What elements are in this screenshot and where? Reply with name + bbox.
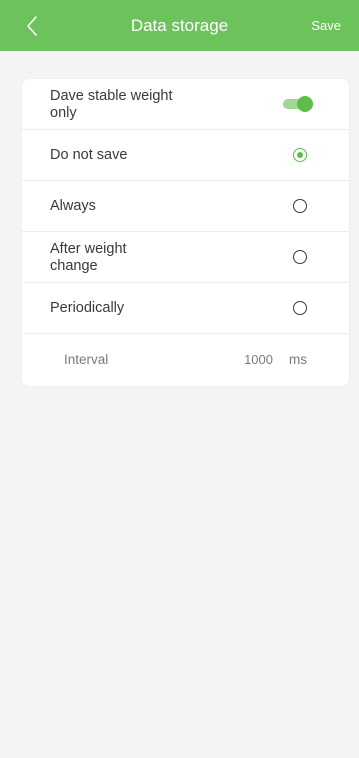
stable-weight-row[interactable]: Dave stable weight only xyxy=(22,79,349,130)
stable-weight-toggle[interactable] xyxy=(283,96,313,112)
stable-weight-label: Dave stable weight only xyxy=(50,87,173,121)
option-always[interactable]: Always xyxy=(22,181,349,232)
page-title: Data storage xyxy=(130,16,229,35)
settings-card: Dave stable weight only Do not save Alwa… xyxy=(22,79,349,386)
back-button[interactable] xyxy=(22,14,44,38)
option-label: Do not save xyxy=(50,147,128,163)
option-do-not-save[interactable]: Do not save xyxy=(22,130,349,181)
option-after-weight-change[interactable]: After weight change xyxy=(22,232,349,283)
option-periodically[interactable]: Periodically xyxy=(22,283,349,334)
radio-periodically[interactable] xyxy=(293,301,307,315)
radio-selected-dot xyxy=(296,151,303,158)
interval-unit: ms xyxy=(289,352,307,367)
radio-after-weight-change[interactable] xyxy=(293,250,307,264)
save-button[interactable]: Save xyxy=(311,0,341,51)
option-label: Periodically xyxy=(50,300,125,316)
interval-label: Interval xyxy=(64,352,109,367)
toggle-knob xyxy=(297,96,313,112)
chevron-left-icon xyxy=(27,16,37,36)
radio-always[interactable] xyxy=(293,199,307,213)
interval-input[interactable]: 1000 xyxy=(244,334,273,386)
option-label: Always xyxy=(50,198,96,214)
option-label: After weight change xyxy=(50,240,127,274)
app-header: Data storage Save xyxy=(0,0,359,51)
radio-do-not-save[interactable] xyxy=(293,148,307,162)
interval-row: Interval 1000 ms xyxy=(22,334,349,386)
